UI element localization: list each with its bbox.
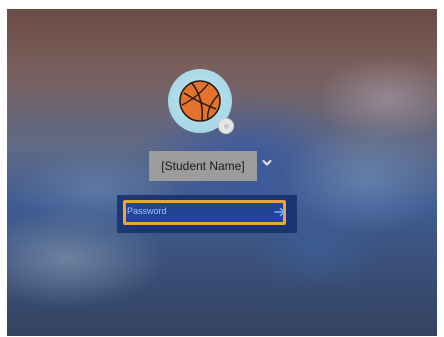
chevron-down-icon[interactable] — [262, 158, 272, 168]
password-placeholder: Password — [127, 206, 167, 216]
user-name-label: [Student Name] — [149, 151, 257, 181]
arrow-right-icon[interactable] — [274, 207, 286, 217]
basketball-icon — [179, 80, 221, 122]
avatar-status-badge — [218, 118, 234, 134]
